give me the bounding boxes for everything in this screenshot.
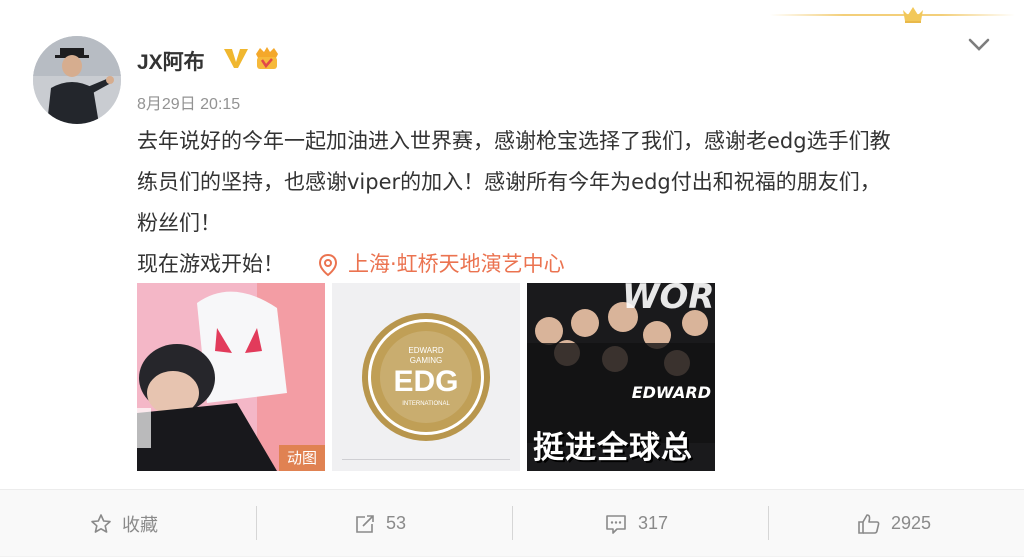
action-divider xyxy=(256,506,257,540)
location-label: 上海·虹桥天地演艺中心 xyxy=(348,252,565,276)
share-count: 53 xyxy=(386,513,407,533)
chevron-down-icon[interactable] xyxy=(966,33,992,55)
image-thumbnail-team-photo[interactable]: WORLD EDWARD 挺进全球总 xyxy=(527,283,715,471)
edg-logo-image: EDWARD GAMING EDG INTERNATIONAL xyxy=(332,283,520,471)
action-divider xyxy=(512,506,513,540)
post-text-line: 练员们的坚持，也感谢viper的加入！感谢所有今年为edg付出和祝福的朋友们， xyxy=(137,170,881,194)
image-thumbnail-edg-logo[interactable]: EDWARD GAMING EDG INTERNATIONAL xyxy=(332,283,520,471)
edg-logo-sub-text: GAMING xyxy=(410,356,442,365)
image-caption: 挺进全球总 xyxy=(533,430,693,466)
username[interactable]: JX阿布 xyxy=(137,46,205,76)
location-link[interactable]: 上海·虹桥天地演艺中心 xyxy=(318,244,565,285)
action-divider xyxy=(768,506,769,540)
avatar[interactable] xyxy=(33,36,121,124)
edg-logo-top-text: EDWARD xyxy=(408,346,443,355)
crown-icon xyxy=(903,7,923,23)
post-text-line: 去年说好的今年一起加油进入世界赛，感谢枪宝选择了我们，感谢老edg选手们教 xyxy=(137,129,891,153)
image-thumbnail-gif[interactable]: 动图 xyxy=(137,283,325,471)
top-gold-line xyxy=(770,14,1015,16)
post-text-line: 粉丝们！ xyxy=(137,211,221,235)
image-text-world: WORLD xyxy=(622,283,715,317)
action-bar: 收藏 53 317 2925 xyxy=(0,489,1024,556)
share-button[interactable]: 53 xyxy=(354,490,406,557)
comment-button[interactable]: 317 xyxy=(604,490,668,557)
location-pin-icon xyxy=(318,253,338,276)
edg-logo-main-text: EDG xyxy=(393,365,458,398)
weibo-post-card: JX阿布 8月29日 20:15 去年说好的今年一起加油进入世界赛，感谢枪宝选择… xyxy=(0,0,1024,556)
post-text-line: 现在游戏开始！ xyxy=(137,252,284,276)
comment-count: 317 xyxy=(638,513,669,533)
edg-logo-bottom-text: INTERNATIONAL xyxy=(402,401,450,407)
avatar-image xyxy=(33,36,121,124)
post-timestamp[interactable]: 8月29日 20:15 xyxy=(137,90,240,114)
favorite-button[interactable]: 收藏 xyxy=(90,490,158,557)
like-count: 2925 xyxy=(891,513,932,533)
like-button[interactable]: 2925 xyxy=(857,490,931,557)
image-text-edward: EDWARD xyxy=(631,383,711,402)
verified-icon xyxy=(224,49,248,68)
favorite-label: 收藏 xyxy=(122,514,158,535)
star-icon xyxy=(91,513,111,533)
gif-preview-image xyxy=(137,283,325,471)
gif-badge: 动图 xyxy=(279,445,325,471)
share-icon xyxy=(356,514,374,533)
post-body: 去年说好的今年一起加油进入世界赛，感谢枪宝选择了我们，感谢老edg选手们教 练员… xyxy=(137,121,1007,285)
like-icon xyxy=(858,513,880,534)
member-icon[interactable] xyxy=(252,44,282,72)
comment-icon xyxy=(606,514,626,534)
